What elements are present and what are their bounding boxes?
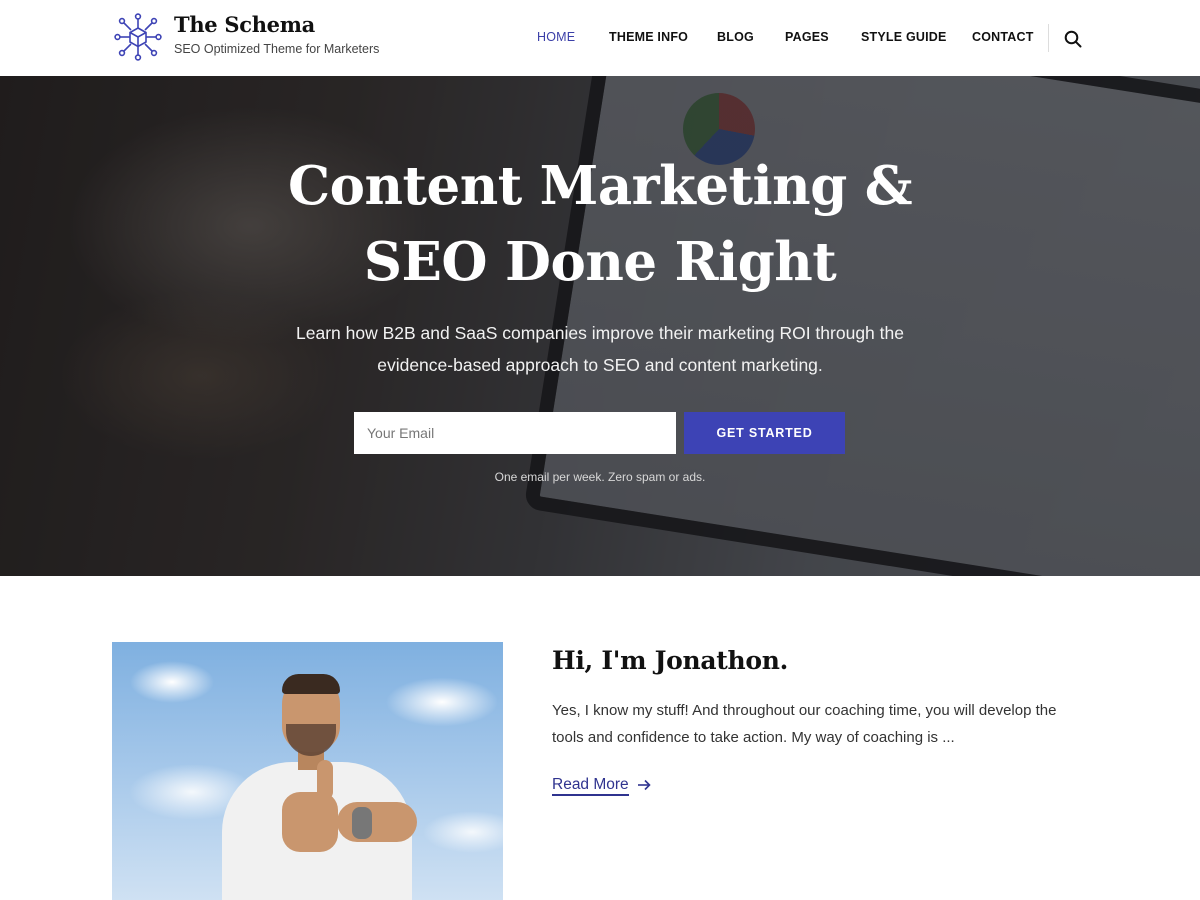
site-header: The Schema SEO Optimized Theme for Marke…	[0, 0, 1200, 76]
hero-subtitle-line2: evidence-based approach to SEO and conte…	[377, 355, 823, 375]
nav-item-style-guide[interactable]: STYLE GUIDE	[861, 30, 947, 44]
hero-section: Content Marketing & SEO Done Right Learn…	[0, 76, 1200, 576]
get-started-button[interactable]: GET STARTED	[684, 412, 845, 454]
photo-person-watch	[352, 807, 372, 839]
about-text: Yes, I know my stuff! And throughout our…	[552, 702, 1057, 746]
arrow-right-icon[interactable]	[637, 779, 651, 791]
hero-title-line1: Content Marketing &	[287, 155, 913, 217]
author-photo	[112, 642, 503, 900]
photo-person-fist	[282, 792, 338, 852]
nav-item-theme-info[interactable]: THEME INFO	[609, 30, 688, 44]
about-heading: Hi, I'm Jonathon.	[552, 646, 789, 675]
nav-item-home[interactable]: HOME	[537, 30, 575, 44]
email-input[interactable]	[354, 412, 676, 454]
hero-title-line2: SEO Done Right	[363, 231, 837, 293]
read-more-label[interactable]: Read More	[552, 776, 629, 796]
photo-person-hair	[282, 674, 340, 694]
hero-subtitle-line1: Learn how B2B and SaaS companies improve…	[296, 323, 904, 343]
nav-divider	[1048, 24, 1049, 52]
hero-subtitle: Learn how B2B and SaaS companies improve…	[250, 317, 950, 381]
read-more-link[interactable]: Read More	[552, 776, 651, 796]
nav-item-contact[interactable]: CONTACT	[972, 30, 1034, 44]
nav-item-blog[interactable]: BLOG	[717, 30, 754, 44]
hero-title: Content Marketing & SEO Done Right	[0, 148, 1200, 300]
main-nav: HOME THEME INFO BLOG PAGES STYLE GUIDE C…	[0, 30, 1200, 50]
nav-item-pages[interactable]: PAGES	[785, 30, 829, 44]
photo-person-beard	[286, 724, 336, 756]
search-icon[interactable]	[1063, 29, 1083, 49]
photo-person-arm	[337, 802, 417, 842]
hero-note: One email per week. Zero spam or ads.	[494, 470, 706, 484]
